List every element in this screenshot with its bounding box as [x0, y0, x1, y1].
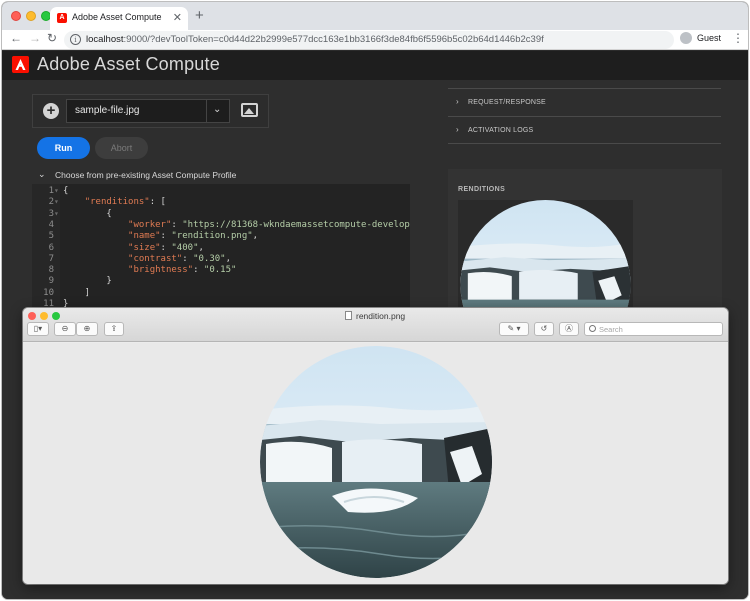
- search-icon: [589, 325, 596, 332]
- accordion-request-response[interactable]: › REQUEST/RESPONSE: [448, 88, 721, 116]
- rotate-icon[interactable]: ↺: [534, 322, 554, 336]
- accordion-activation-logs[interactable]: › ACTIVATION LOGS: [448, 116, 721, 144]
- line-number: 1: [48, 186, 54, 196]
- adobe-favicon-icon: A: [57, 13, 67, 23]
- browser-tab[interactable]: A Adobe Asset Compute ✕: [50, 7, 188, 30]
- waterfall-image: [260, 346, 492, 578]
- search-placeholder: Search: [599, 325, 623, 334]
- close-tab-icon[interactable]: ✕: [173, 11, 182, 24]
- close-window-icon[interactable]: [11, 11, 21, 21]
- editor-line: 9 }: [32, 276, 410, 287]
- chevron-down-icon: ⌄: [38, 169, 46, 179]
- editor-line: 2 ▾ "renditions": [: [32, 197, 410, 208]
- app-title: Adobe Asset Compute: [37, 54, 220, 74]
- add-file-icon[interactable]: +: [43, 103, 59, 119]
- code-text: "worker": "https://81368-wkndaemassetcom…: [128, 219, 410, 230]
- info-icon[interactable]: i: [70, 34, 81, 45]
- url-path: :9000/?devToolToken=c0d44d22b2999e577dcc…: [123, 34, 544, 45]
- line-number: 5: [48, 231, 54, 242]
- file-select-value: sample-file.jpg: [75, 105, 140, 116]
- adobe-logo-icon: [12, 56, 29, 73]
- editor-line: 3 ▾ {: [32, 209, 410, 220]
- preview-title: rendition.png: [356, 311, 406, 321]
- chevron-down-icon[interactable]: ⌄: [213, 104, 221, 115]
- run-button[interactable]: Run: [37, 137, 90, 159]
- screen: A Adobe Asset Compute ✕ + ← → ↻ i localh…: [0, 0, 750, 601]
- preview-canvas: [23, 343, 728, 584]
- line-number: 7: [48, 253, 54, 264]
- code-text: "brightness": "0.15": [128, 265, 237, 276]
- code-text: "size": "400",: [128, 242, 204, 253]
- share-icon[interactable]: ⇪: [104, 322, 124, 336]
- zoom-out-icon[interactable]: ⊖: [54, 322, 76, 336]
- minimize-window-icon[interactable]: [26, 11, 36, 21]
- tab-strip: A Adobe Asset Compute ✕ +: [2, 2, 748, 30]
- chevron-right-icon: ›: [456, 125, 459, 134]
- accordion-label: ACTIVATION LOGS: [468, 127, 534, 134]
- preview-titlebar: rendition.png ▯▾ ⊖ ⊕ ⇪ ✎ ▾ ↺ Ⓐ Search: [23, 308, 728, 342]
- code-text: }: [63, 276, 112, 287]
- url-host: localhost: [86, 34, 124, 45]
- editor-line: 6 "size": "400",: [32, 243, 410, 254]
- sidebar-toggle-icon[interactable]: ▯▾: [27, 322, 49, 336]
- chevron-right-icon: ›: [456, 97, 459, 106]
- code-editor[interactable]: 1 ▾{2 ▾ "renditions": [3 ▾ {4 "worker": "ht…: [32, 184, 410, 314]
- maximize-window-icon[interactable]: [52, 312, 60, 320]
- line-number: 2: [48, 197, 54, 208]
- zoom-in-icon[interactable]: ⊕: [76, 322, 98, 336]
- code-text: {: [63, 186, 69, 196]
- address-bar: ← → ↻ i localhost:9000/?devToolToken=c0d…: [2, 30, 748, 50]
- markup-icon[interactable]: ✎ ▾: [499, 322, 529, 336]
- profile-label: Choose from pre-existing Asset Compute P…: [55, 170, 237, 180]
- new-tab-icon[interactable]: +: [195, 7, 204, 24]
- editor-line: 5 "name": "rendition.png",: [32, 231, 410, 242]
- annotate-icon[interactable]: Ⓐ: [559, 322, 579, 336]
- fold-icon[interactable]: ▾: [54, 197, 59, 206]
- file-icon: [345, 311, 352, 320]
- line-number: 6: [48, 242, 54, 253]
- image-preview-icon[interactable]: [241, 103, 258, 117]
- line-number: 8: [48, 265, 54, 276]
- close-window-icon[interactable]: [28, 312, 36, 320]
- line-number: 9: [48, 276, 54, 287]
- app-header: Adobe Asset Compute: [2, 51, 748, 80]
- editor-line: 10 ]: [32, 288, 410, 299]
- fold-icon[interactable]: ▾: [54, 186, 59, 195]
- rendition-image: [260, 346, 492, 578]
- renditions-label: RENDITIONS: [458, 186, 506, 193]
- profile-avatar-icon[interactable]: [680, 32, 692, 44]
- search-input[interactable]: Search: [584, 322, 723, 336]
- url-text: localhost:9000/?devToolToken=c0d44d22b29…: [86, 34, 544, 45]
- editor-line: 1 ▾ {: [32, 186, 410, 197]
- browser-menu-icon[interactable]: ⋮: [732, 31, 744, 45]
- code-text: "contrast": "0.30",: [128, 253, 231, 264]
- file-select[interactable]: sample-file.jpg ⌄: [66, 99, 230, 123]
- preview-window: rendition.png ▯▾ ⊖ ⊕ ⇪ ✎ ▾ ↺ Ⓐ Search: [23, 308, 728, 584]
- code-text: {: [63, 208, 112, 219]
- line-number: 4: [48, 219, 54, 230]
- reload-icon[interactable]: ↻: [47, 31, 57, 45]
- line-number: 3: [48, 208, 54, 219]
- editor-line: 8 "brightness": "0.15": [32, 265, 410, 276]
- editor-line: 7 "contrast": "0.30",: [32, 254, 410, 265]
- abort-button[interactable]: Abort: [95, 137, 148, 159]
- code-text: ]: [63, 287, 91, 298]
- profile-label[interactable]: Guest: [697, 33, 721, 43]
- editor-line: 4 "worker": "https://81368-wkndaemassetc…: [32, 220, 410, 231]
- forward-icon[interactable]: →: [29, 31, 41, 45]
- code-text: "name": "rendition.png",: [128, 231, 259, 242]
- fold-icon[interactable]: ▾: [54, 209, 59, 218]
- accordion-label: REQUEST/RESPONSE: [468, 99, 546, 106]
- tab-title: Adobe Asset Compute: [72, 12, 162, 22]
- back-icon[interactable]: ←: [10, 31, 22, 45]
- select-divider: [206, 100, 207, 122]
- line-number: 10: [43, 287, 54, 298]
- file-picker-panel: + sample-file.jpg ⌄: [32, 94, 269, 128]
- minimize-window-icon[interactable]: [40, 312, 48, 320]
- code-text: "renditions": [: [84, 197, 166, 208]
- url-field[interactable]: i localhost:9000/?devToolToken=c0d44d22b…: [64, 31, 674, 49]
